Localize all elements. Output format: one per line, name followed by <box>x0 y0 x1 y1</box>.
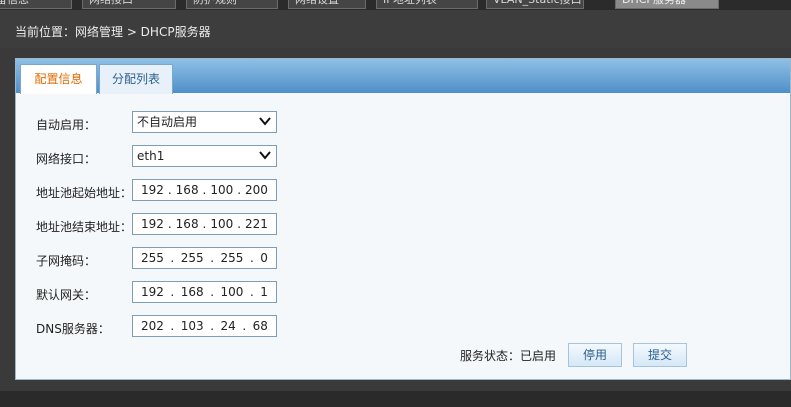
ip-octet[interactable]: 221 <box>245 214 268 234</box>
interface-select[interactable]: eth1 <box>132 145 277 167</box>
tab-config-info[interactable]: 配置信息 <box>20 64 97 94</box>
submit-button[interactable]: 提交 <box>633 343 687 367</box>
gateway-label: 默认网关： <box>36 288 97 302</box>
ip-octet[interactable]: 103 <box>181 316 204 336</box>
top-tab-device-info[interactable]: 设备信息 <box>0 0 72 9</box>
dns-ip-input[interactable]: 202. 103. 24. 68 <box>132 315 277 337</box>
top-tab-ip-list[interactable]: IP地址列表 <box>376 0 478 9</box>
top-tab-protection-rules[interactable]: 防护规则 <box>186 0 278 9</box>
top-tab-strip: 设备信息 网络接口 防护规则 网络设置 IP地址列表 VLAN_Static接口… <box>0 0 791 10</box>
ip-octet[interactable]: 255 <box>221 248 244 268</box>
netmask-ip-input[interactable]: 255. 255. 255. 0 <box>132 247 277 269</box>
ip-octet[interactable]: 1 <box>260 282 268 302</box>
ip-octet[interactable]: 255 <box>141 248 164 268</box>
netmask-label: 子网掩码： <box>36 254 97 268</box>
pool-start-ip-input[interactable]: 192. 168. 100. 200 <box>132 179 277 201</box>
auto-start-select[interactable]: 不自动启用 <box>132 111 277 133</box>
top-tab-vlan-static[interactable]: VLAN_Static接口 <box>486 0 584 9</box>
ip-octet[interactable]: 100 <box>221 282 244 302</box>
top-tab-dhcp-server[interactable]: DHCP服务器 <box>615 0 719 9</box>
ip-octet[interactable]: 0 <box>260 248 268 268</box>
bottom-bar <box>0 391 791 407</box>
ip-octet[interactable]: 202 <box>141 316 164 336</box>
ip-octet[interactable]: 200 <box>245 180 268 200</box>
interface-label: 网络接口： <box>36 152 97 166</box>
ip-octet[interactable]: 168 <box>176 214 199 234</box>
ip-octet[interactable]: 192 <box>141 180 164 200</box>
breadcrumb-bar: 当前位置：网络管理 > DHCP服务器 <box>0 10 791 48</box>
interface-value: eth1 <box>137 149 165 163</box>
panel-tab-bar: 配置信息 分配列表 <box>16 59 790 94</box>
ip-octet[interactable]: 192 <box>141 214 164 234</box>
pool-start-label: 地址池起始地址： <box>36 186 133 200</box>
top-tab-network-settings[interactable]: 网络设置 <box>288 0 366 9</box>
stop-button[interactable]: 停用 <box>568 343 622 367</box>
pool-end-ip-input[interactable]: 192. 168. 100. 221 <box>132 213 277 235</box>
ip-octet[interactable]: 168 <box>181 282 204 302</box>
pool-end-label: 地址池结束地址： <box>36 220 133 234</box>
top-tab-network-interface[interactable]: 网络接口 <box>82 0 176 9</box>
breadcrumb: 当前位置：网络管理 > DHCP服务器 <box>15 25 211 39</box>
gateway-ip-input[interactable]: 192. 168. 100. 1 <box>132 281 277 303</box>
dhcp-config-panel: 配置信息 分配列表 自动启用： 不自动启用 网络接口： eth1 地址池起始地址… <box>15 58 791 380</box>
ip-octet[interactable]: 168 <box>176 180 199 200</box>
ip-octet[interactable]: 24 <box>221 316 236 336</box>
auto-start-value: 不自动启用 <box>137 115 198 129</box>
tab-allocation-list[interactable]: 分配列表 <box>99 64 173 94</box>
ip-octet[interactable]: 68 <box>253 316 268 336</box>
service-status: 服务状态：已启用 <box>460 349 557 363</box>
chevron-down-icon <box>259 117 271 126</box>
ip-octet[interactable]: 100 <box>210 214 233 234</box>
chevron-down-icon <box>259 151 271 160</box>
dns-label: DNS服务器： <box>36 322 110 336</box>
ip-octet[interactable]: 100 <box>210 180 233 200</box>
ip-octet[interactable]: 192 <box>141 282 164 302</box>
auto-start-label: 自动启用： <box>36 118 97 132</box>
ip-octet[interactable]: 255 <box>181 248 204 268</box>
